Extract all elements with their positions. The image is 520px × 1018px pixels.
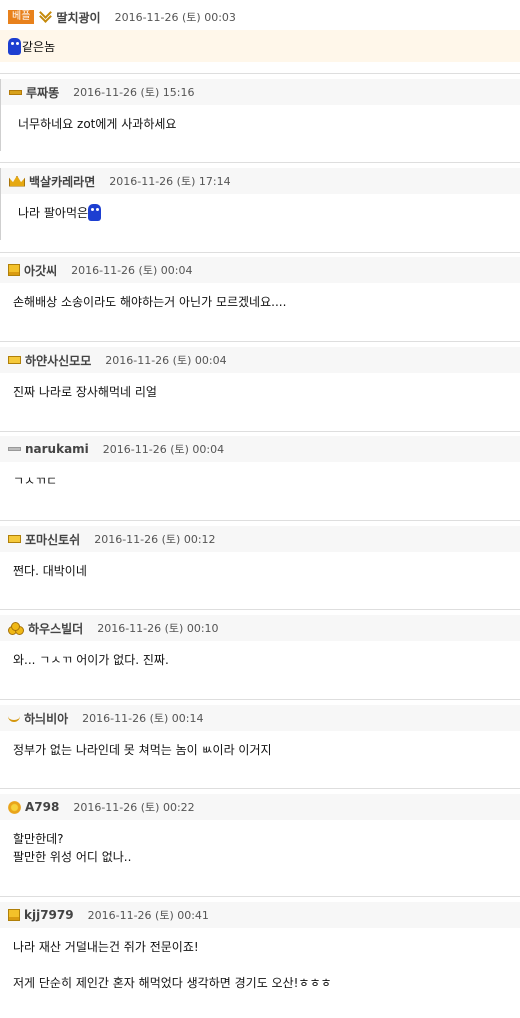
- comment-date: 2016-11-26 (토) 15:16: [73, 86, 195, 99]
- comment-nickname[interactable]: A798: [25, 800, 59, 814]
- comment-header: 아갓씨 2016-11-26 (토) 00:04: [0, 257, 520, 283]
- comment-item: 포마신토쉬 2016-11-26 (토) 00:12 쩐다. 대박이네: [0, 526, 520, 598]
- comment-header: 하늬비아 2016-11-26 (토) 00:14: [0, 705, 520, 731]
- comment-item-best: 베플 딸치광이 2016-11-26 (토) 00:03 같은놈: [0, 4, 520, 62]
- comment-header: 베플 딸치광이 2016-11-26 (토) 00:03: [0, 4, 520, 30]
- comment-text: ㄱㅅㄲㄷ: [13, 474, 58, 488]
- comment-text: 쩐다. 대박이네: [13, 564, 87, 578]
- box-rank-icon: [8, 909, 20, 921]
- comment-date: 2016-11-26 (토) 00:41: [87, 909, 209, 922]
- comment-nickname[interactable]: 하늬비아: [24, 710, 68, 727]
- crown-rank-icon: [9, 175, 25, 187]
- comment-header: 루짜똥 2016-11-26 (토) 15:16: [0, 79, 520, 105]
- comment-date: 2016-11-26 (토) 00:04: [102, 443, 225, 456]
- comment-header: 하우스빌더 2016-11-26 (토) 00:10: [0, 615, 520, 641]
- coins-rank-icon: [8, 622, 24, 635]
- comment-header: narukami 2016-11-26 (토) 00:04: [0, 436, 520, 462]
- best-badge: 베플: [8, 10, 35, 24]
- comment-body: 같은놈: [0, 30, 520, 56]
- comment-text: 정부가 없는 나라인데 못 쳐먹는 놈이 ㅄ이라 이거지: [13, 743, 272, 757]
- comment-date: 2016-11-26 (토) 00:04: [71, 264, 193, 277]
- comment-item: narukami 2016-11-26 (토) 00:04 ㄱㅅㄲㄷ: [0, 436, 520, 508]
- comment-nickname[interactable]: 하우스빌더: [28, 620, 83, 637]
- comment-nickname[interactable]: 포마신토쉬: [25, 531, 80, 548]
- comment-body: 나라 팔아먹은: [0, 194, 520, 240]
- comment-body: ㄱㅅㄲㄷ: [0, 462, 520, 490]
- comment-text: 할만한데? 팔만한 위성 어디 없나..: [13, 832, 132, 864]
- comment-body: 와... ㄱㅅㄲ 어이가 없다. 진짜.: [0, 641, 520, 669]
- blue-face-emoticon-icon: [88, 204, 102, 221]
- comment-nickname[interactable]: narukami: [25, 442, 89, 456]
- comment-nickname[interactable]: 하얀사신모모: [25, 352, 91, 369]
- comment-item: kjj7979 2016-11-26 (토) 00:41 나라 재산 거덜내는건…: [0, 902, 520, 1014]
- comment-header: 백살카레라면 2016-11-26 (토) 17:14: [0, 168, 520, 194]
- comment-divider: [0, 162, 520, 163]
- comment-list: 베플 딸치광이 2016-11-26 (토) 00:03 같은놈 루짜똥 201…: [0, 0, 520, 1018]
- comment-nickname[interactable]: 루짜똥: [26, 84, 59, 101]
- comment-date: 2016-11-26 (토) 00:10: [97, 622, 219, 635]
- blue-figure-emoticon-icon: [8, 38, 21, 55]
- boxline-rank-icon: [8, 356, 21, 364]
- comment-nickname[interactable]: 딸치광이: [56, 9, 100, 26]
- comment-date: 2016-11-26 (토) 00:04: [105, 354, 227, 367]
- comment-body: 진짜 나라로 장사해먹네 리얼: [0, 373, 520, 401]
- comment-divider: [0, 252, 520, 253]
- comment-date: 2016-11-26 (토) 00:22: [73, 801, 195, 814]
- comment-divider: [0, 896, 520, 897]
- comment-item: 하얀사신모모 2016-11-26 (토) 00:04 진짜 나라로 장사해먹네…: [0, 347, 520, 419]
- comment-text: 와... ㄱㅅㄲ 어이가 없다. 진짜.: [13, 653, 169, 667]
- comment-item: 아갓씨 2016-11-26 (토) 00:04 손해배상 소송이라도 해야하는…: [0, 257, 520, 329]
- comment-divider: [0, 699, 520, 700]
- gray-bar-rank-icon: [8, 447, 21, 451]
- comment-header: 하얀사신모모 2016-11-26 (토) 00:04: [0, 347, 520, 373]
- comment-date: 2016-11-26 (토) 00:14: [82, 712, 204, 725]
- comment-body: 너무하네요 zot에게 사과하세요: [0, 105, 520, 151]
- comment-text: 나라 재산 거덜내는건 쥐가 전문이죠! 저게 단순히 제인간 혼자 해먹었다 …: [13, 940, 332, 990]
- comment-divider: [0, 341, 520, 342]
- comment-date: 2016-11-26 (토) 17:14: [109, 175, 231, 188]
- comment-item: A798 2016-11-26 (토) 00:22 할만한데? 팔만한 위성 어…: [0, 794, 520, 890]
- comment-header: kjj7979 2016-11-26 (토) 00:41: [0, 902, 520, 928]
- comment-item: 루짜똥 2016-11-26 (토) 15:16 너무하네요 zot에게 사과하…: [0, 79, 520, 151]
- boxline-rank-icon: [8, 535, 21, 543]
- comment-nickname[interactable]: 아갓씨: [24, 262, 57, 279]
- comment-nickname[interactable]: kjj7979: [24, 908, 74, 922]
- comment-body: 정부가 없는 나라인데 못 쳐먹는 놈이 ㅄ이라 이거지: [0, 731, 520, 759]
- comment-text: 진짜 나라로 장사해먹네 리얼: [13, 385, 157, 399]
- comment-body: 할만한데? 팔만한 위성 어디 없나..: [0, 820, 520, 866]
- comment-date: 2016-11-26 (토) 00:03: [114, 11, 236, 24]
- bar-rank-icon: [9, 89, 22, 95]
- comment-header: A798 2016-11-26 (토) 00:22: [0, 794, 520, 820]
- flower-rank-icon: [8, 800, 21, 814]
- smile-rank-icon: [8, 714, 20, 722]
- comment-body: 손해배상 소송이라도 해야하는거 아닌가 모르겠네요....: [0, 283, 520, 311]
- comment-body: 나라 재산 거덜내는건 쥐가 전문이죠! 저게 단순히 제인간 혼자 해먹었다 …: [0, 928, 520, 992]
- comment-text: 너무하네요 zot에게 사과하세요: [18, 117, 177, 131]
- comment-divider: [0, 73, 520, 74]
- comment-text: 같은놈: [22, 40, 56, 54]
- comment-item: 하우스빌더 2016-11-26 (토) 00:10 와... ㄱㅅㄲ 어이가 …: [0, 615, 520, 687]
- comment-nickname[interactable]: 백살카레라면: [29, 173, 95, 190]
- comment-date: 2016-11-26 (토) 00:12: [94, 533, 216, 546]
- comment-header: 포마신토쉬 2016-11-26 (토) 00:12: [0, 526, 520, 552]
- comment-body: 쩐다. 대박이네: [0, 552, 520, 580]
- comment-item: 백살카레라면 2016-11-26 (토) 17:14 나라 팔아먹은: [0, 168, 520, 240]
- box-rank-icon: [8, 264, 20, 276]
- comment-divider: [0, 431, 520, 432]
- comment-divider: [0, 520, 520, 521]
- comment-divider: [0, 788, 520, 789]
- chevron-rank-icon: [39, 12, 52, 22]
- comment-divider: [0, 609, 520, 610]
- comment-text: 손해배상 소송이라도 해야하는거 아닌가 모르겠네요....: [13, 295, 287, 309]
- comment-item: 하늬비아 2016-11-26 (토) 00:14 정부가 없는 나라인데 못 …: [0, 705, 520, 777]
- comment-text: 나라 팔아먹은: [18, 206, 89, 220]
